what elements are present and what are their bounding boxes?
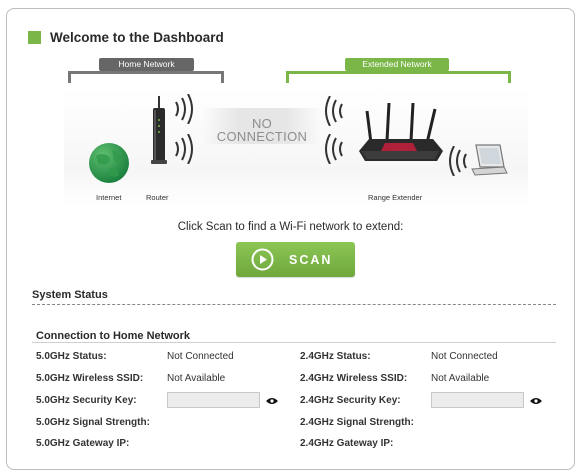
- scan-prompt: Click Scan to find a Wi-Fi network to ex…: [177, 221, 404, 233]
- globe-icon: [89, 143, 129, 183]
- extender-caption: Range Extender: [368, 193, 423, 202]
- g24-gateway-label: 2.4GHz Gateway IP:: [300, 438, 394, 449]
- laptop-icon: [471, 144, 508, 176]
- router-icon: [151, 96, 167, 164]
- g24-status-label: 2.4GHz Status:: [300, 351, 371, 362]
- g24-security-key-field[interactable]: [431, 392, 524, 408]
- g24-key-label: 2.4GHz Security Key:: [300, 395, 401, 406]
- g24-ssid-value: Not Available: [431, 373, 490, 384]
- extended-network-bracket: [286, 71, 511, 83]
- title-marker: [28, 31, 41, 44]
- extender-signal-upper-icon: [325, 96, 343, 126]
- connection-divider: [32, 342, 556, 343]
- connection-heading: Connection to Home Network: [36, 330, 191, 342]
- internet-caption: Internet: [96, 193, 122, 202]
- g24-ssid-label: 2.4GHz Wireless SSID:: [300, 373, 408, 384]
- g5-show-key-eye-icon[interactable]: [266, 397, 278, 405]
- extended-network-label: Extended Network: [345, 58, 449, 71]
- home-network-label: Home Network: [99, 58, 194, 71]
- no-connection-text: NO CONNECTION: [216, 116, 308, 144]
- g5-ssid-label: 5.0GHz Wireless SSID:: [36, 373, 144, 384]
- play-icon: [251, 248, 274, 271]
- router-signal-upper-icon: [175, 94, 193, 124]
- g5-ssid-value: Not Available: [167, 373, 226, 384]
- g5-status-label: 5.0GHz Status:: [36, 351, 107, 362]
- g24-strength-label: 2.4GHz Signal Strength:: [300, 417, 414, 428]
- scan-button-label: SCAN: [289, 252, 333, 267]
- router-signal-lower-icon: [175, 134, 193, 164]
- g24-show-key-eye-icon[interactable]: [530, 397, 542, 405]
- g5-security-key-field[interactable]: [167, 392, 260, 408]
- scan-button[interactable]: SCAN: [236, 242, 355, 277]
- g24-status-value: Not Connected: [431, 351, 498, 362]
- g5-key-label: 5.0GHz Security Key:: [36, 395, 137, 406]
- extender-signal-lower-icon: [325, 134, 343, 164]
- page-title: Welcome to the Dashboard: [50, 30, 224, 45]
- dashboard-header: Welcome to the Dashboard: [28, 30, 224, 45]
- g5-gateway-label: 5.0GHz Gateway IP:: [36, 438, 130, 449]
- system-status-heading: System Status: [32, 289, 108, 301]
- system-status-divider: [32, 304, 556, 305]
- router-caption: Router: [146, 193, 169, 202]
- extender-icon: [359, 103, 443, 161]
- laptop-signal-icon: [449, 146, 467, 176]
- home-network-bracket: [68, 71, 224, 83]
- g5-strength-label: 5.0GHz Signal Strength:: [36, 417, 150, 428]
- g5-status-value: Not Connected: [167, 351, 234, 362]
